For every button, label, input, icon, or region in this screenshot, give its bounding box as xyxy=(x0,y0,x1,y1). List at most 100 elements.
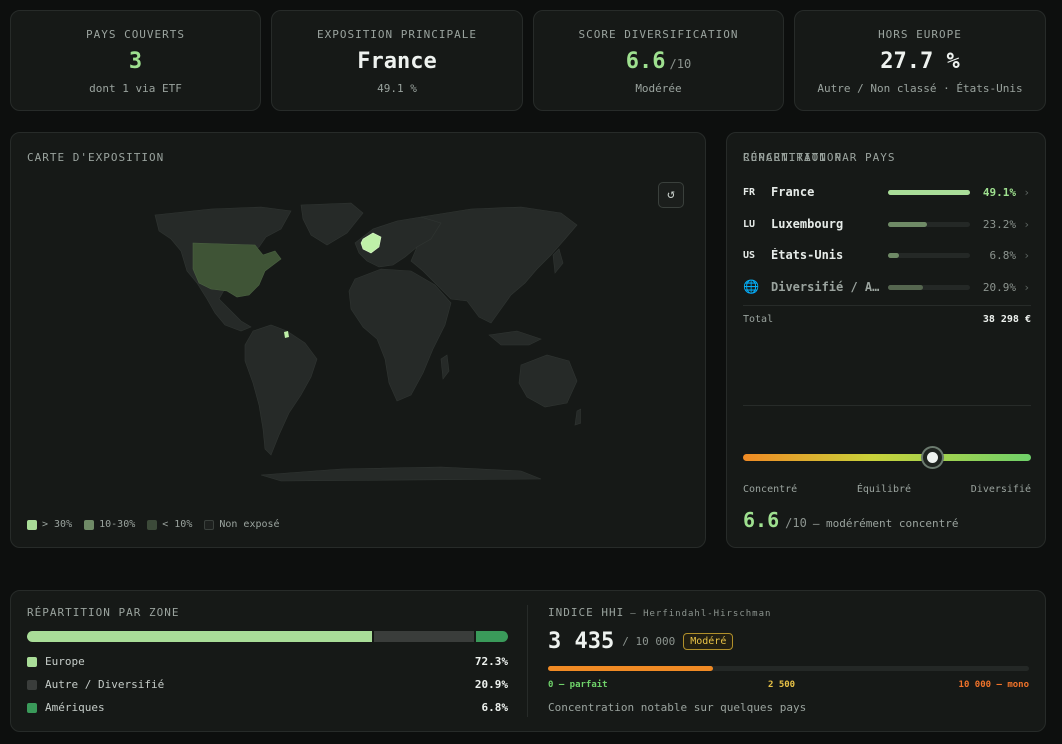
country-code: US xyxy=(743,249,756,261)
map-land-australia[interactable] xyxy=(518,354,578,408)
hhi-bar-fill xyxy=(548,666,714,671)
legend-item-high: > 30% xyxy=(27,519,72,530)
kpi-label: SCORE DIVERSIFICATION xyxy=(578,28,739,41)
gauge-score-unit: /10 xyxy=(785,516,807,530)
country-breakdown-card: RÉPARTITION PAR PAYS FR France 49.1% › L… xyxy=(726,132,1046,548)
country-pct: 6.8% xyxy=(989,248,1017,262)
hhi-value-row: 3 435 / 10 000 Modéré xyxy=(548,629,734,654)
gauge-score-value: 6.6 xyxy=(743,508,780,532)
country-row-usa[interactable]: US États-Unis 6.8% › xyxy=(743,245,1033,265)
country-bar-track xyxy=(888,252,970,258)
country-row-diversified[interactable]: 🌐 Diversifié / A… 20.9% › xyxy=(743,277,1033,297)
kpi-countries-card: PAYS COUVERTS 3 dont 1 via ETF xyxy=(10,10,261,111)
kpi-value: France xyxy=(357,49,437,74)
legend-label: Non exposé xyxy=(219,519,280,530)
map-land-antarctica[interactable] xyxy=(260,466,542,482)
hhi-value: 3 435 xyxy=(548,629,615,654)
zone-name: Amériques xyxy=(45,701,105,714)
kpi-label: HORS EUROPE xyxy=(878,28,962,41)
map-land-madagascar[interactable] xyxy=(440,354,450,380)
kpi-label: EXPOSITION PRINCIPALE xyxy=(316,28,478,41)
gauge-score-desc: — modérément concentré xyxy=(812,517,959,530)
country-name: France xyxy=(771,185,815,199)
map-land-japan[interactable] xyxy=(552,248,564,274)
zone-pct: 6.8% xyxy=(481,701,509,714)
map-land-africa[interactable] xyxy=(348,268,452,402)
kpi-sub: Modérée xyxy=(635,82,682,95)
hhi-title: INDICE HHI — Herfindahl-Hirschman xyxy=(548,606,771,619)
kpi-main-exposure-card: EXPOSITION PRINCIPALE France 49.1 % xyxy=(271,10,523,111)
zone-pct: 72.3% xyxy=(474,655,508,668)
globe-icon: 🌐 xyxy=(743,279,760,295)
kpi-diversification-card: SCORE DIVERSIFICATION 6.6/10 Modérée xyxy=(533,10,784,111)
zone-breakdown-title: RÉPARTITION PAR ZONE xyxy=(27,606,180,619)
chevron-right-icon: › xyxy=(1023,248,1030,262)
zone-pct: 20.9% xyxy=(474,678,508,691)
country-bar-fill xyxy=(888,189,970,195)
reset-icon: ↺ xyxy=(667,187,675,202)
hhi-note: Concentration notable sur quelques pays xyxy=(548,701,807,714)
country-bar-track xyxy=(888,189,970,195)
country-bar-fill xyxy=(888,221,927,227)
zone-row-other: Autre / Diversifié 20.9% xyxy=(27,678,508,691)
kpi-unit: /10 xyxy=(669,57,692,71)
map-legend: > 30% 10-30% < 10% Non exposé xyxy=(27,519,280,530)
kpi-label: PAYS COUVERTS xyxy=(85,28,186,41)
zone-segment-other[interactable] xyxy=(373,631,474,642)
legend-item-mid: 10-30% xyxy=(84,519,135,530)
reset-map-button[interactable]: ↺ xyxy=(658,182,684,208)
country-pct: 49.1% xyxy=(982,185,1016,199)
map-land-south-america[interactable] xyxy=(244,324,318,456)
zone-row-americas: Amériques 6.8% xyxy=(27,701,508,714)
map-land-new-zealand[interactable] xyxy=(574,408,581,426)
country-code: LU xyxy=(743,218,756,230)
hhi-title-text: INDICE HHI xyxy=(548,606,625,619)
vertical-divider xyxy=(527,605,528,717)
country-pct: 23.2% xyxy=(982,217,1016,231)
chevron-right-icon: › xyxy=(1023,185,1030,199)
map-land-indonesia[interactable] xyxy=(488,330,542,346)
total-label: Total xyxy=(743,314,774,325)
gauge-labels: Concentré Équilibré Diversifié xyxy=(743,484,1031,495)
kpi-sub: dont 1 via ETF xyxy=(89,82,182,95)
zone-segment-europe[interactable] xyxy=(27,631,372,642)
kpi-sub: 49.1 % xyxy=(377,82,417,95)
country-name: Luxembourg xyxy=(771,217,844,231)
zone-swatch xyxy=(27,702,37,713)
country-pct: 20.9% xyxy=(982,280,1016,294)
legend-swatch xyxy=(27,519,37,530)
country-row-luxembourg[interactable]: LU Luxembourg 23.2% › xyxy=(743,214,1033,234)
zone-row-europe: Europe 72.3% xyxy=(27,655,508,668)
gauge-label-concentrated: Concentré xyxy=(743,484,798,495)
concentration-gauge xyxy=(743,448,1031,467)
legend-swatch xyxy=(84,519,95,530)
kpi-value: 6.6 xyxy=(625,49,666,74)
hhi-badge: Modéré xyxy=(683,633,734,650)
hhi-scale-mid: 2 500 xyxy=(768,680,796,690)
legend-label: 10-30% xyxy=(99,519,136,530)
kpi-value-row: 6.6/10 xyxy=(534,48,783,76)
hhi-scale: 0 — parfait 2 500 10 000 — mono xyxy=(548,680,1029,692)
legend-label: > 30% xyxy=(42,519,73,530)
map-title: CARTE D'EXPOSITION xyxy=(27,151,165,164)
map-land-greenland[interactable] xyxy=(300,202,364,246)
country-name: États-Unis xyxy=(771,248,844,262)
hhi-scale-max: 10 000 — mono xyxy=(958,680,1029,690)
country-row-france[interactable]: FR France 49.1% › xyxy=(743,182,1033,202)
kpi-value: 3 xyxy=(128,49,143,74)
zone-stacked-bar xyxy=(27,631,508,642)
zone-name: Autre / Diversifié xyxy=(45,678,165,691)
zone-segment-americas[interactable] xyxy=(475,631,508,642)
gauge-label-diversified: Diversifié xyxy=(970,484,1031,495)
legend-item-none: Non exposé xyxy=(204,519,280,530)
world-map[interactable] xyxy=(141,199,581,485)
legend-swatch xyxy=(204,519,215,530)
gauge-score: 6.6 /10 — modérément concentré xyxy=(743,508,959,532)
total-value: 38 298 € xyxy=(982,314,1031,325)
zone-swatch xyxy=(27,656,37,667)
hhi-bar-track xyxy=(548,666,1029,671)
kpi-value: 27.7 % xyxy=(880,49,960,74)
gauge-knob xyxy=(922,448,942,467)
divider xyxy=(743,405,1031,406)
kpi-sub: Autre / Non classé · États-Unis xyxy=(817,82,1023,95)
